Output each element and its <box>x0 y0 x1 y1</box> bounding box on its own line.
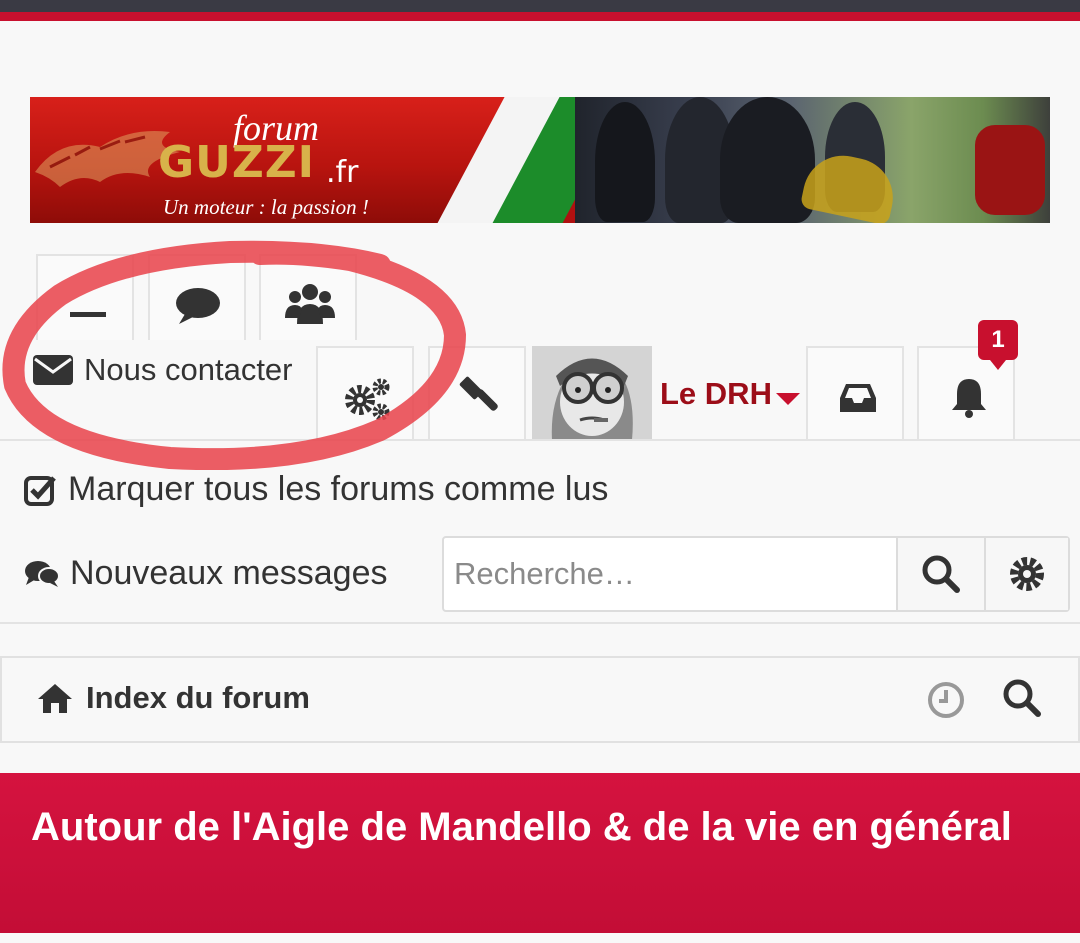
logo-fr-text: .fr <box>326 155 359 190</box>
clock-icon[interactable] <box>926 680 966 720</box>
search-icon <box>922 555 960 593</box>
nav-divider <box>0 439 1080 441</box>
advanced-search-button[interactable] <box>984 538 1068 610</box>
new-messages-label: Nouveaux messages <box>70 554 388 592</box>
faq-icon <box>70 312 106 317</box>
nav-tab-settings[interactable] <box>316 346 414 440</box>
gavel-icon <box>459 376 498 411</box>
username[interactable]: Le DRH <box>660 376 772 412</box>
comments-icon <box>25 560 60 587</box>
top-bar <box>0 0 1080 12</box>
mark-forums-read-label: Marquer tous les forums comme lus <box>68 470 609 508</box>
caret-down-icon[interactable] <box>776 393 800 405</box>
nav-tab-chat[interactable] <box>148 254 246 340</box>
user-menu[interactable]: Le DRH <box>532 346 802 440</box>
nav-tab-moderation[interactable] <box>428 346 526 440</box>
logo-guzzi-text: GUZZI <box>158 137 316 188</box>
page: forum GUZZI .fr Un moteur : la passion ! <box>0 0 1080 943</box>
breadcrumb-home-link[interactable]: Index du forum <box>36 680 310 716</box>
nav-tab-members[interactable] <box>259 254 357 340</box>
header-divider <box>0 622 1080 624</box>
forum-section-header: Autour de l'Aigle de Mandello & de la vi… <box>0 773 1080 933</box>
avatar[interactable] <box>532 346 652 440</box>
chat-icon <box>176 288 220 324</box>
top-bar-accent <box>0 12 1080 21</box>
contact-label: Nous contacter <box>84 352 293 387</box>
nav-tab-faq[interactable] <box>36 254 134 340</box>
mail-icon <box>33 355 73 385</box>
search-input[interactable] <box>444 538 896 610</box>
search-box <box>442 536 1070 612</box>
mark-forums-read-link[interactable]: Marquer tous les forums comme lus <box>24 470 608 509</box>
gears-icon <box>345 378 390 420</box>
search-button[interactable] <box>896 538 984 610</box>
banner-photo <box>575 97 1050 223</box>
site-banner[interactable]: forum GUZZI .fr Un moteur : la passion ! <box>30 97 1050 223</box>
aviator-avatar-icon <box>532 346 652 440</box>
section-title[interactable]: Autour de l'Aigle de Mandello & de la vi… <box>16 795 1056 859</box>
contact-link[interactable]: Nous contacter <box>32 348 293 392</box>
gear-icon <box>1010 557 1044 591</box>
inbox-icon <box>840 384 876 412</box>
notification-badge[interactable]: 1 <box>978 320 1018 370</box>
site-logo: forum GUZZI .fr Un moteur : la passion ! <box>158 107 418 219</box>
search-icon[interactable] <box>1002 678 1042 718</box>
home-icon <box>38 684 72 713</box>
members-icon <box>285 284 335 324</box>
breadcrumb-label: Index du forum <box>86 680 310 715</box>
nav-tab-private-messages[interactable] <box>806 346 904 440</box>
checkbox-checked-icon <box>24 475 56 506</box>
bell-icon <box>952 379 986 418</box>
logo-slogan: Un moteur : la passion ! <box>163 195 369 219</box>
breadcrumb: Index du forum <box>0 656 1080 743</box>
new-messages-link[interactable]: Nouveaux messages <box>24 554 388 593</box>
